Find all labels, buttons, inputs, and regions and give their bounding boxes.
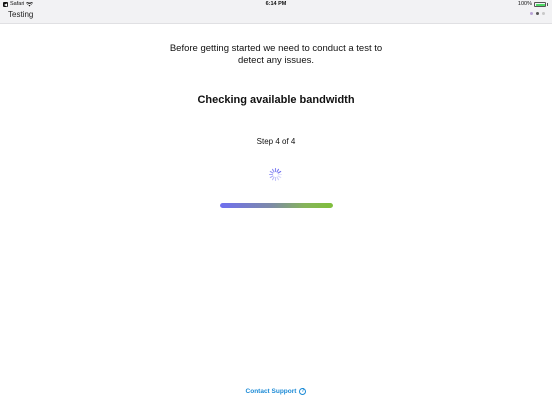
- contact-support-link[interactable]: Contact Support: [246, 388, 297, 395]
- nav-title: Testing: [8, 10, 34, 19]
- spinner-tick: [269, 175, 274, 179]
- spinner-tick: [271, 168, 275, 173]
- intro-line-1: Before getting started we need to conduc…: [169, 43, 383, 54]
- page-dot: [542, 12, 545, 15]
- status-right: 100%: [518, 0, 548, 9]
- nav-bar: Testing: [0, 9, 552, 24]
- spinner-tick: [271, 176, 275, 181]
- page-dot: [530, 12, 533, 15]
- spinner-tick: [277, 175, 282, 179]
- battery-cap: [547, 3, 548, 6]
- intro-line-2: detect any issues.: [237, 54, 315, 66]
- spinner-tick: [276, 176, 280, 181]
- battery-icon: [534, 2, 546, 7]
- step-indicator: Step 4 of 4: [256, 137, 296, 146]
- progress-fill: [220, 203, 333, 208]
- spinner-tick: [277, 170, 282, 174]
- intro-text: Before getting started we need to conduc…: [0, 43, 552, 66]
- battery-fill: [535, 3, 545, 6]
- page-dot: [536, 12, 539, 15]
- help-icon[interactable]: ?: [299, 388, 307, 395]
- status-time: 6:14 PM: [265, 1, 287, 7]
- status-bar: ◀ Safari 6:14 PM 100%: [0, 0, 552, 9]
- spinner-tick: [276, 168, 280, 173]
- progress-bar: [220, 203, 333, 208]
- support-row: Contact Support ?: [0, 388, 552, 395]
- page-indicator: [530, 12, 545, 15]
- spinner-tick: [269, 170, 274, 174]
- loading-spinner-icon: [268, 167, 283, 182]
- page-heading: Checking available bandwidth: [197, 94, 355, 106]
- battery-percent: 100%: [517, 1, 532, 7]
